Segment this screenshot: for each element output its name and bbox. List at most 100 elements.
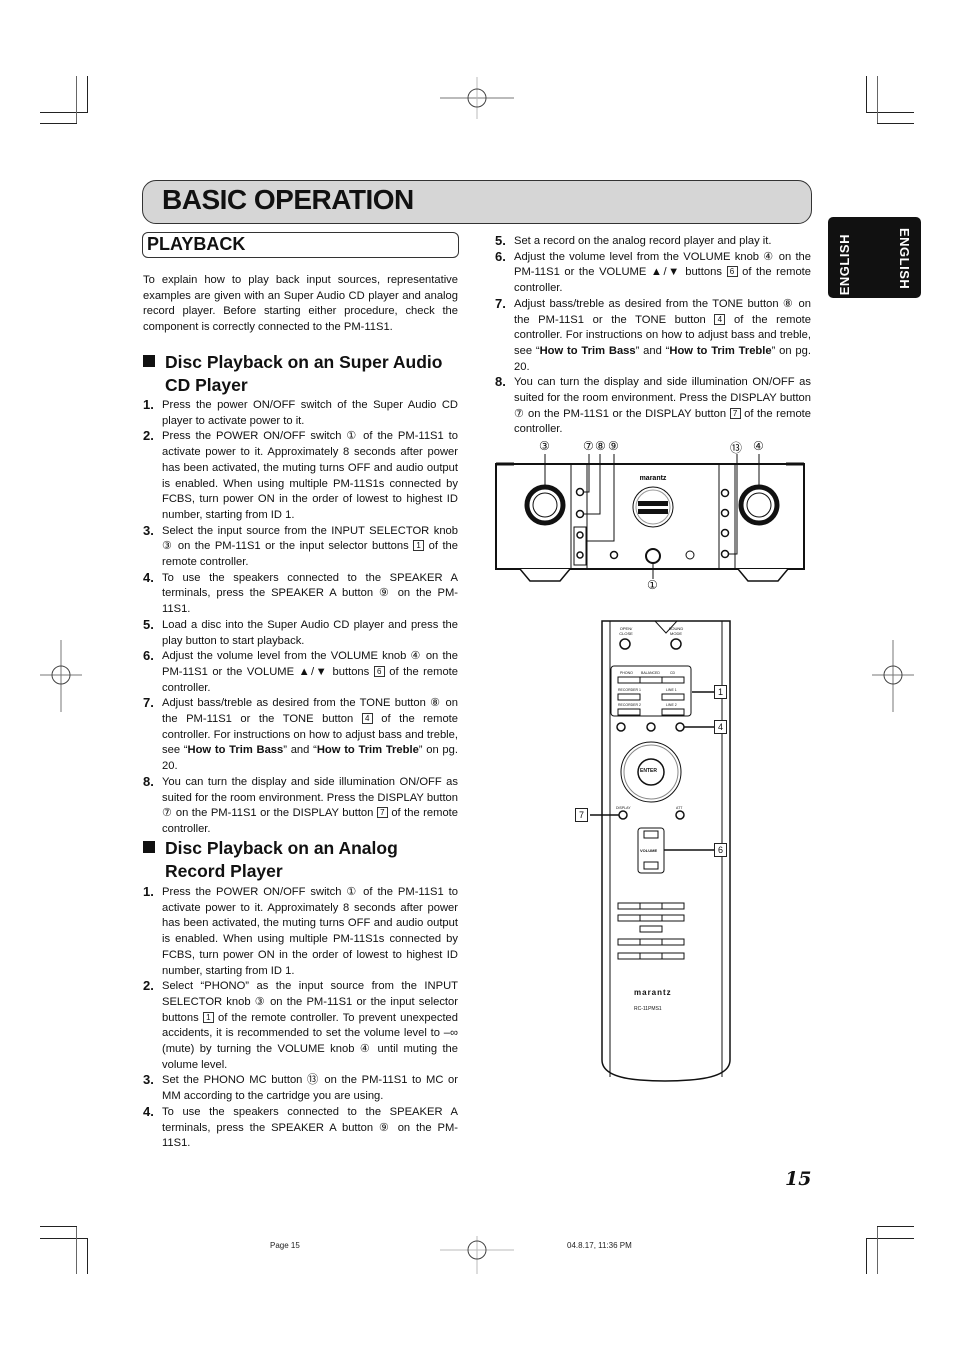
step-number: 1. bbox=[143, 397, 154, 412]
analog-heading-line2: Record Player bbox=[165, 861, 283, 881]
step-text: ” and “ bbox=[635, 344, 670, 357]
list-item: 7. Adjust bass/treble as desired from the… bbox=[495, 295, 811, 376]
analog-heading-line1: Disc Playback on an Analog bbox=[165, 838, 398, 858]
remote-key-ref: 1 bbox=[413, 540, 425, 552]
remote-figure: OPEN/ CLOSE SOUND MODE PHONO BALANCED CD… bbox=[575, 615, 740, 1085]
amplifier-drawing: marantz bbox=[495, 454, 805, 582]
list-item: 1. Press the POWER ON/OFF switch ① of the… bbox=[143, 884, 458, 979]
language-tab: ENGLISH ENGLISH bbox=[828, 217, 921, 298]
sacd-heading-line2: CD Player bbox=[165, 375, 248, 395]
callout-speaker-a: ⑨ bbox=[608, 439, 619, 453]
registration-crosshair-bottom bbox=[440, 1236, 514, 1274]
remote-btn-recorder2: RECORDER 2 bbox=[618, 703, 641, 707]
footer-page-label: Page 15 bbox=[270, 1241, 300, 1250]
remote-volume-label: VOLUME bbox=[640, 848, 658, 853]
remote-btn-cd: CD bbox=[670, 671, 676, 675]
step-number: 3. bbox=[143, 522, 154, 538]
list-item: 6. Adjust the volume level from the VOLUM… bbox=[143, 648, 458, 696]
link-ref: How to Trim Treble bbox=[669, 344, 772, 357]
step-text: Set a record on the analog record player… bbox=[514, 235, 772, 247]
step-text: ” and “ bbox=[283, 744, 317, 757]
remote-btn-open-close: OPEN/ CLOSE bbox=[619, 626, 633, 636]
list-item: 7. Adjust bass/treble as desired from the… bbox=[143, 695, 458, 775]
list-item: 8. You can turn the display and side illu… bbox=[495, 374, 811, 438]
step-number: 7. bbox=[495, 295, 506, 311]
callout-input-selector: ③ bbox=[539, 439, 550, 453]
registration-crosshair-top bbox=[440, 77, 514, 119]
list-item: 3. Select the input source from the INPUT… bbox=[143, 522, 458, 571]
sacd-heading-line1: Disc Playback on an Super Audio bbox=[165, 352, 443, 372]
remote-brand-logo: marantz bbox=[634, 988, 672, 997]
amp-brand-logo: marantz bbox=[640, 475, 667, 482]
remote-btn-enter: ENTER bbox=[640, 768, 657, 774]
sacd-steps: 1. Press the power ON/OFF switch of the S… bbox=[143, 397, 458, 838]
link-ref: How to Trim Bass bbox=[539, 344, 636, 357]
remote-key-ref: 4 bbox=[361, 713, 373, 725]
callout-volume: ④ bbox=[753, 439, 764, 453]
remote-key-ref: 7 bbox=[729, 407, 741, 419]
step-number: 1. bbox=[143, 884, 154, 899]
step-number: 6. bbox=[143, 648, 154, 664]
list-item: 1. Press the power ON/OFF switch of the S… bbox=[143, 397, 458, 429]
analog-steps-left: 1. Press the POWER ON/OFF switch ① of the… bbox=[143, 884, 458, 1152]
section-title: PLAYBACK bbox=[147, 234, 246, 254]
callout-remote-volume: 6 bbox=[714, 843, 727, 857]
callout-remote-input: 1 bbox=[714, 685, 727, 699]
step-text: Set the PHONO MC button ⑬ on the PM-11S1… bbox=[162, 1074, 458, 1103]
section-title-box: PLAYBACK bbox=[142, 232, 459, 258]
list-item: 6. Adjust the volume level from the VOLUM… bbox=[495, 249, 811, 297]
list-item: 2. Press the POWER ON/OFF switch ① of the… bbox=[143, 428, 458, 523]
link-ref: How to Trim Bass bbox=[187, 744, 284, 757]
analog-heading: Disc Playback on an Analog Record Player bbox=[143, 837, 473, 883]
list-item: 4. To use the speakers connected to the S… bbox=[143, 569, 458, 618]
square-bullet-icon bbox=[143, 841, 155, 853]
link-ref: How to Trim Treble bbox=[316, 744, 419, 757]
step-text: To use the speakers connected to the SPE… bbox=[162, 571, 458, 616]
remote-btn-line1: LINE 1 bbox=[666, 688, 677, 692]
intro-paragraph: To explain how to play back input source… bbox=[143, 274, 458, 334]
remote-btn-balanced: BALANCED bbox=[641, 671, 660, 675]
step-number: 8. bbox=[495, 374, 506, 390]
list-item: 4. To use the speakers connected to the S… bbox=[143, 1104, 458, 1152]
list-item: 5. Set a record on the analog record play… bbox=[495, 233, 811, 250]
callout-tone: ⑧ bbox=[595, 439, 606, 453]
step-number: 8. bbox=[143, 773, 154, 789]
step-number: 2. bbox=[143, 978, 154, 994]
step-number: 3. bbox=[143, 1072, 154, 1088]
list-item: 3. Set the PHONO MC button ⑬ on the PM-11… bbox=[143, 1072, 458, 1104]
remote-key-ref: 6 bbox=[726, 266, 738, 278]
language-label: ENGLISH bbox=[897, 228, 912, 290]
step-number: 4. bbox=[143, 569, 154, 585]
step-text: To use the speakers connected to the SPE… bbox=[162, 1105, 458, 1150]
sacd-heading: Disc Playback on an Super Audio CD Player bbox=[143, 351, 473, 397]
analog-steps-right: 5. Set a record on the analog record play… bbox=[495, 233, 811, 438]
square-bullet-icon bbox=[143, 355, 155, 367]
language-label-rotated: ENGLISH bbox=[837, 234, 852, 296]
list-item: 2. Select “PHONO” as the input source fro… bbox=[143, 978, 458, 1073]
amplifier-figure: marantz ③ ⑦ ⑧ ⑨ ⑬ ④ ① bbox=[490, 435, 820, 595]
list-item: 5. Load a disc into the Super Audio CD pl… bbox=[143, 616, 458, 649]
list-item: 8. You can turn the display and side illu… bbox=[143, 773, 458, 838]
remote-key-ref: 1 bbox=[202, 1011, 214, 1023]
remote-key-ref: 6 bbox=[373, 665, 385, 677]
step-text: Press the power ON/OFF switch of the Sup… bbox=[162, 399, 458, 427]
remote-model-label: RC-11PMS1 bbox=[634, 1006, 662, 1012]
step-number: 2. bbox=[143, 428, 154, 444]
step-text: Load a disc into the Super Audio CD play… bbox=[162, 618, 458, 647]
page-title-bar: BASIC OPERATION bbox=[142, 180, 812, 224]
remote-btn-display: DISPLAY bbox=[616, 806, 631, 810]
callout-display: ⑦ bbox=[583, 439, 594, 453]
remote-btn-line2: LINE 2 bbox=[666, 703, 677, 707]
remote-btn-sound-mode: SOUND MODE bbox=[668, 626, 684, 636]
step-number: 7. bbox=[143, 695, 154, 711]
callout-power: ① bbox=[647, 578, 658, 592]
page-number: 15 bbox=[785, 1168, 812, 1190]
remote-key-ref: 4 bbox=[714, 313, 726, 325]
callout-remote-display: 7 bbox=[575, 808, 588, 822]
step-number: 5. bbox=[495, 233, 506, 248]
step-number: 5. bbox=[143, 616, 154, 632]
footer-timestamp: 04.8.17, 11:36 PM bbox=[567, 1241, 632, 1250]
remote-btn-phono: PHONO bbox=[620, 671, 633, 675]
registration-crosshair-left bbox=[40, 640, 82, 712]
remote-key-ref: 7 bbox=[376, 807, 388, 819]
